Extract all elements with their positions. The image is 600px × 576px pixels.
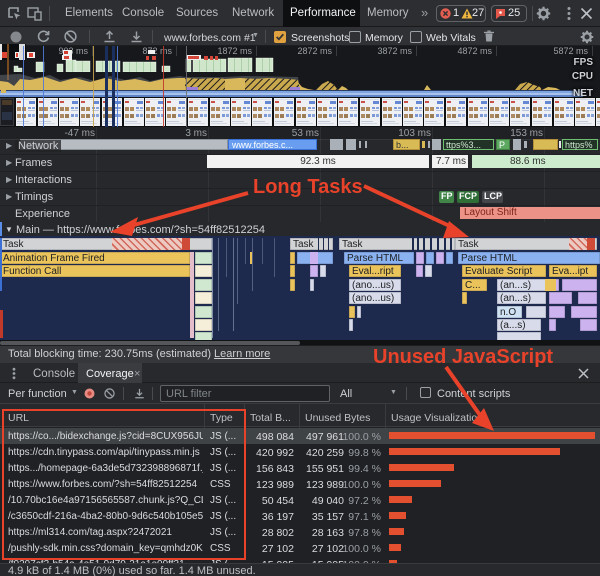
- svg-text:Long Tasks: Long Tasks: [253, 176, 363, 198]
- svg-text:Unused JavaScript: Unused JavaScript: [373, 346, 553, 368]
